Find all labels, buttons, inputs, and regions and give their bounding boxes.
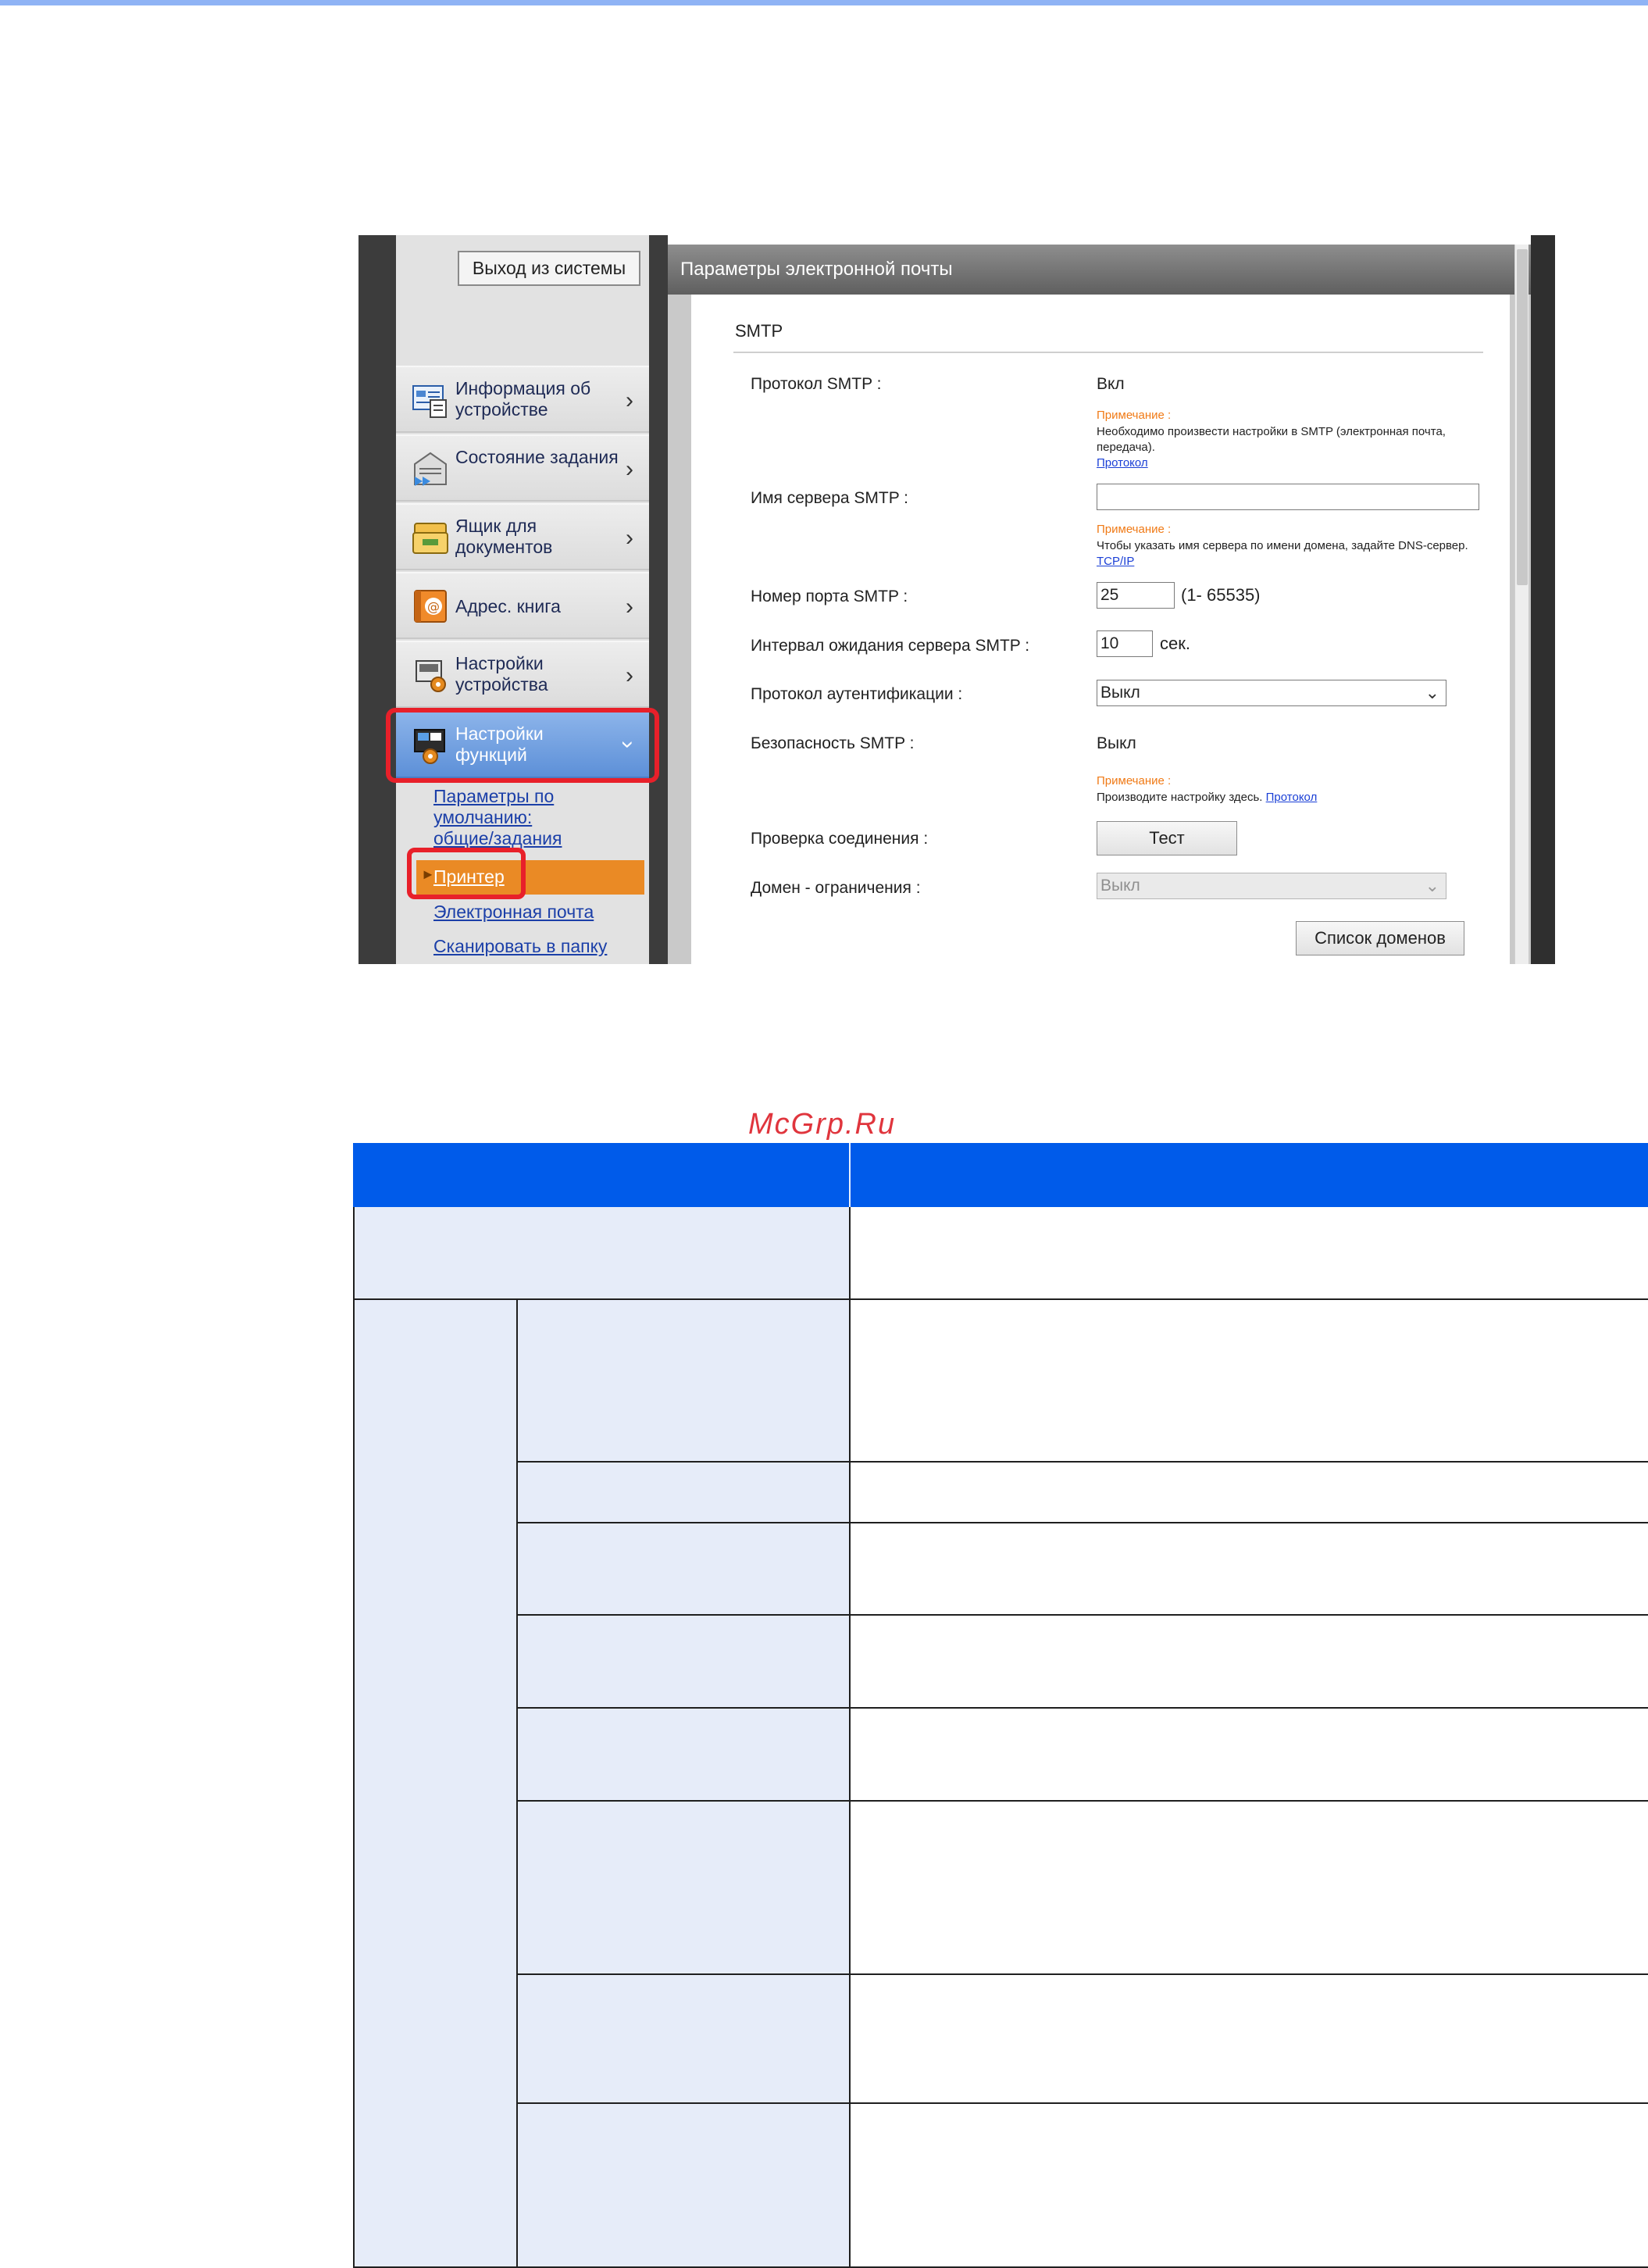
table-border-left [353, 1207, 355, 2268]
smtp-security-value: Выкл [1097, 734, 1136, 752]
auth-protocol-value: Выкл [1100, 684, 1140, 702]
table-description-column [850, 1207, 1648, 2268]
test-button[interactable]: Тест [1097, 821, 1237, 855]
note-body: Чтобы указать имя сервера по имени домен… [1097, 539, 1468, 552]
note-text: Производите настройку здесь. Протокол [1097, 790, 1471, 805]
sidebar-item-label: Адрес. книга [455, 596, 561, 616]
auth-protocol-label: Протокол аутентификации : [751, 685, 963, 703]
sidebar-item-label: Информация об устройстве [455, 378, 591, 420]
tcpip-link[interactable]: TCP/IP [1097, 555, 1134, 568]
panel-title: Параметры электронной почты [680, 259, 953, 280]
smtp-protocol-label: Протокол SMTP : [751, 375, 882, 393]
smtp-protocol-value: Вкл [1097, 375, 1125, 393]
sidebar-item-device-info[interactable]: Информация об устройстве › [396, 366, 649, 433]
chevron-right-icon: › [626, 456, 633, 482]
smtp-port-input[interactable]: 25 [1097, 582, 1175, 609]
device-info-icon [412, 385, 447, 418]
chevron-right-icon: › [626, 594, 633, 620]
section-title: SMTP [735, 321, 783, 341]
chevron-right-icon: › [626, 663, 633, 688]
sidebar-item-label: Состояние задания [455, 447, 619, 467]
watermark: McGrp.Ru [748, 1108, 897, 1141]
sidebar-item-label: Настройки устройства [455, 653, 548, 695]
device-settings-icon [416, 660, 446, 692]
note-heading: Примечание : [1097, 774, 1172, 788]
highlight-function-settings [386, 708, 659, 783]
note-body: Необходимо произвести настройки в SMTP (… [1097, 425, 1446, 454]
table-row-divider [516, 1800, 1648, 1802]
sidebar-item-device-settings[interactable]: Настройки устройства › [396, 641, 649, 708]
scrollbar[interactable] [1514, 245, 1529, 964]
top-rule [0, 0, 1648, 5]
smtp-server-input[interactable] [1097, 484, 1479, 510]
note-heading: Примечание : [1097, 523, 1172, 536]
table-row-divider [516, 1707, 1648, 1709]
smtp-port-range: (1- 65535) [1181, 585, 1261, 605]
subnav-link-defaults[interactable]: Параметры по умолчанию: общие/задания [433, 786, 590, 849]
frame-edge-left [358, 235, 396, 964]
frame-edge-right [1531, 235, 1555, 964]
table-item-column [516, 1207, 850, 2268]
frame-divider [649, 235, 668, 964]
sidebar-item-document-box[interactable]: Ящик для документов › [396, 503, 649, 570]
domain-list-button[interactable]: Список доменов [1296, 921, 1464, 955]
panel-body: SMTP Протокол SMTP : Вкл Примечание : Не… [668, 245, 1531, 964]
highlight-printer [407, 848, 526, 899]
scrollbar-thumb[interactable] [1517, 249, 1528, 585]
table-row-divider [516, 1614, 1648, 1616]
web-ui-screenshot: Выход из системы Информация об устройств… [358, 235, 1555, 964]
logout-button[interactable]: Выход из системы [458, 251, 640, 286]
table-row-divider [516, 1973, 1648, 1975]
subnav-link-email[interactable]: Электронная почта [433, 902, 594, 923]
section-divider [733, 352, 1483, 353]
chevron-down-icon: ⌄ [1425, 876, 1439, 895]
domain-restriction-label: Домен - ограничения : [751, 879, 921, 897]
chevron-right-icon: › [626, 525, 633, 551]
domain-restriction-select[interactable]: Выкл ⌄ [1097, 873, 1446, 899]
smtp-timeout-input[interactable]: 10 [1097, 630, 1153, 657]
table-group-cell [353, 1207, 516, 2268]
document-box-icon [412, 523, 448, 554]
domain-restriction-value: Выкл [1100, 877, 1140, 895]
smtp-timeout-label: Интервал ожидания сервера SMTP : [751, 637, 1030, 655]
settings-table [353, 1143, 1648, 2268]
auth-protocol-select[interactable]: Выкл ⌄ [1097, 680, 1446, 706]
address-book-icon: @ [414, 590, 447, 623]
table-header-divider [849, 1143, 851, 1207]
note-text: Необходимо произвести настройки в SMTP (… [1097, 424, 1471, 471]
table-row-divider [353, 1298, 1648, 1300]
svg-text:@: @ [427, 599, 440, 614]
chevron-right-icon: › [626, 388, 633, 413]
protocol-link[interactable]: Протокол [1097, 456, 1148, 470]
table-header [353, 1143, 1648, 1207]
table-row-divider [516, 2102, 1648, 2104]
smtp-timeout-unit: сек. [1160, 634, 1190, 653]
smtp-security-label: Безопасность SMTP : [751, 734, 915, 752]
sidebar-item-label: Ящик для документов [455, 516, 553, 557]
smtp-port-label: Номер порта SMTP : [751, 588, 908, 605]
table-border-sub [516, 1300, 518, 2268]
smtp-server-label: Имя сервера SMTP : [751, 489, 909, 507]
note-heading: Примечание : [1097, 409, 1172, 422]
sidebar-item-job-status[interactable]: Состояние задания › [396, 434, 649, 502]
protocol-link[interactable]: Протокол [1266, 791, 1318, 804]
sidebar-item-address-book[interactable]: @ Адрес. книга › [396, 572, 649, 639]
connection-test-label: Проверка соединения : [751, 830, 929, 848]
table-row-divider [516, 1461, 1648, 1463]
subnav-link-scan-to-folder[interactable]: Сканировать в папку [433, 936, 607, 957]
note-body: Производите настройку здесь. [1097, 791, 1263, 804]
table-row-divider [516, 1522, 1648, 1523]
panel-header: Параметры электронной почты [668, 245, 1531, 295]
note-text: Чтобы указать имя сервера по имени домен… [1097, 538, 1471, 570]
chevron-down-icon: ⌄ [1425, 683, 1439, 702]
panel-content: SMTP Протокол SMTP : Вкл Примечание : Не… [691, 295, 1510, 964]
job-status-icon [414, 452, 447, 486]
table-border-middle [849, 1207, 851, 2268]
